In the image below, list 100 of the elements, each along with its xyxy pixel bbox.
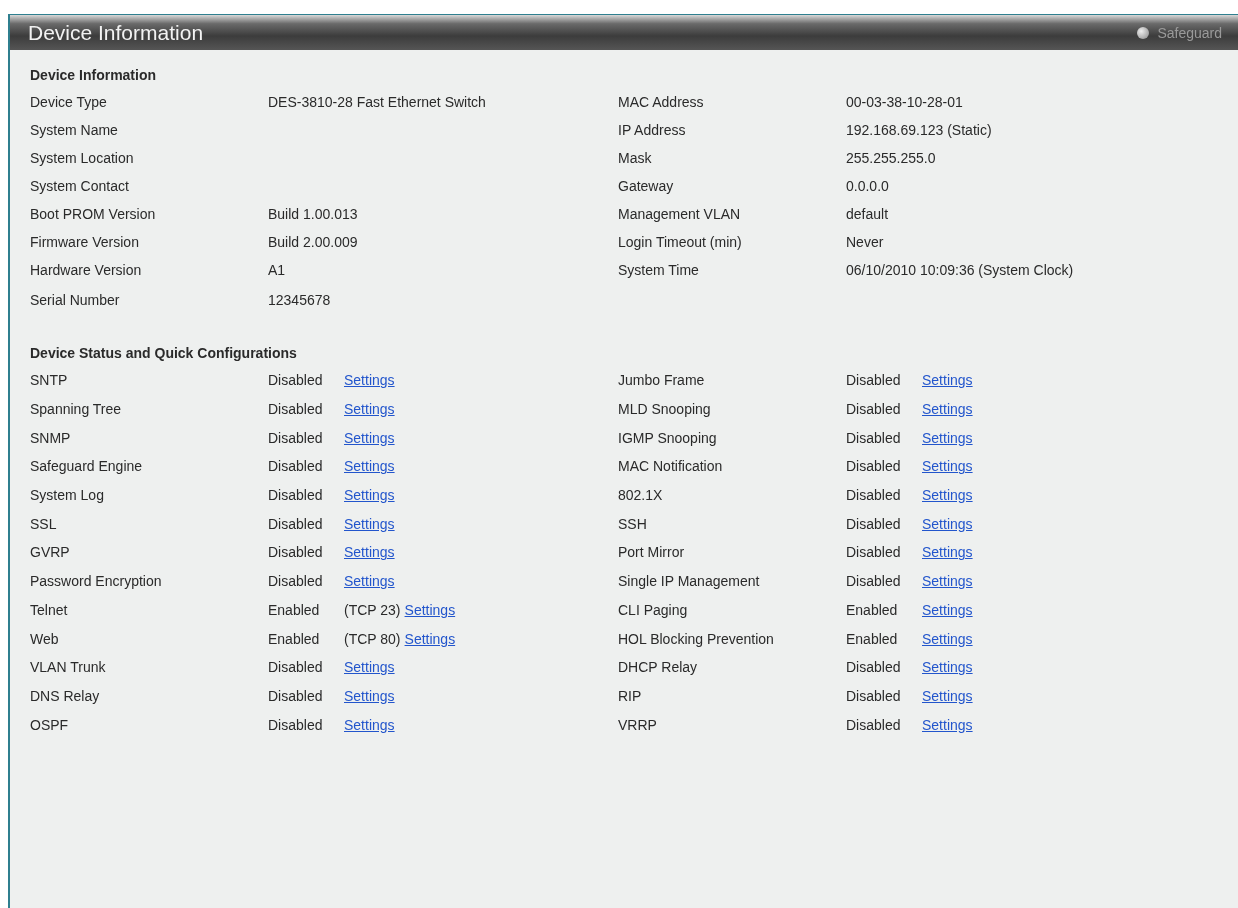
status-text: Disabled [846, 372, 902, 389]
field-label: SNMP [30, 429, 71, 446]
field-value: DES-3810-28 Fast Ethernet Switch [268, 94, 486, 110]
field-label: DNS Relay [30, 687, 100, 704]
settings-link[interactable]: Settings [922, 487, 973, 504]
status-text: Disabled [846, 687, 902, 704]
field-label: System Log [30, 487, 104, 504]
field-label: Telnet [30, 601, 68, 618]
status-text: Disabled [268, 515, 324, 532]
status-text: Disabled [846, 716, 902, 733]
settings-link[interactable]: Settings [922, 687, 973, 704]
settings-link[interactable]: Settings [344, 429, 395, 446]
status-text: Disabled [268, 573, 324, 590]
settings-link[interactable]: Settings [344, 544, 395, 561]
status-text: Enabled [268, 630, 321, 647]
settings-link[interactable]: Settings [344, 487, 395, 504]
settings-link[interactable]: Settings [344, 372, 395, 389]
field-label: IP Address [618, 122, 686, 138]
status-text: Enabled [268, 601, 321, 618]
field-label: Serial Number [30, 292, 120, 308]
settings-link[interactable]: Settings [922, 429, 973, 446]
status-text: Disabled [846, 573, 902, 590]
status-text: Disabled [846, 515, 902, 532]
settings-link[interactable]: Settings [344, 716, 395, 733]
field-label: DHCP Relay [618, 659, 698, 676]
field-label: GVRP [30, 544, 70, 561]
field-value: default [846, 206, 889, 222]
field-label: System Contact [30, 178, 129, 194]
settings-link[interactable]: Settings [922, 659, 973, 676]
status-text: Disabled [268, 401, 324, 418]
field-label: VLAN Trunk [30, 659, 106, 676]
status-text: Disabled [268, 372, 324, 389]
field-label: OSPF [30, 716, 69, 733]
settings-link[interactable]: Settings [344, 659, 395, 676]
status-text: Disabled [268, 687, 324, 704]
settings-link[interactable]: Settings [922, 573, 973, 590]
field-label: CLI Paging [618, 601, 688, 618]
field-label: RIP [618, 687, 642, 704]
status-text: Disabled [846, 544, 902, 561]
settings-link[interactable]: Settings [922, 716, 973, 733]
status-text: Disabled [846, 401, 902, 418]
field-label: Password Encryption [30, 573, 162, 590]
field-label: MAC Address [618, 94, 704, 110]
field-label: IGMP Snooping [618, 429, 717, 446]
settings-link[interactable]: Settings [344, 573, 395, 590]
settings-link[interactable]: Settings [344, 458, 395, 475]
settings-link[interactable]: Settings [922, 401, 973, 418]
settings-link[interactable]: Settings [344, 515, 395, 532]
status-text: Disabled [268, 458, 324, 475]
section-heading: Device Status and Quick Configurations [30, 344, 298, 363]
field-label: Gateway [618, 178, 674, 194]
field-label: Boot PROM Version [30, 206, 156, 222]
field-label: Safeguard Engine [30, 458, 143, 475]
field-label: Jumbo Frame [618, 372, 705, 389]
settings-link[interactable]: Settings [404, 630, 456, 647]
field-value: 12345678 [268, 292, 331, 308]
status-text: Disabled [268, 544, 324, 561]
status-text: Enabled [846, 630, 899, 647]
status-text: Enabled [846, 601, 899, 618]
window-title: Device Information [28, 20, 204, 45]
field-label: MAC Notification [618, 458, 723, 475]
field-label: SNTP [30, 372, 68, 389]
field-label: System Location [30, 150, 134, 166]
port-text: (TCP 80) [344, 630, 401, 647]
status-text: Disabled [846, 487, 902, 504]
field-value: 255.255.255.0 [846, 150, 936, 166]
field-label: Hardware Version [30, 262, 142, 278]
field-label: Single IP Management [618, 573, 760, 590]
field-label: Port Mirror [618, 544, 685, 561]
field-value: 192.168.69.123 (Static) [846, 122, 992, 138]
settings-link[interactable]: Settings [922, 630, 973, 647]
field-label: VRRP [618, 716, 657, 733]
settings-link[interactable]: Settings [922, 601, 973, 618]
field-value: Build 1.00.013 [268, 206, 358, 222]
safeguard-label: Safeguard [1157, 24, 1222, 41]
status-text: Disabled [268, 716, 324, 733]
field-label: Spanning Tree [30, 401, 122, 418]
status-text: Disabled [846, 659, 902, 676]
field-value: Build 2.00.009 [268, 234, 358, 250]
field-value: A1 [268, 262, 286, 278]
status-text: Disabled [268, 659, 324, 676]
settings-link[interactable]: Settings [344, 401, 395, 418]
field-label: MLD Snooping [618, 401, 711, 418]
settings-link[interactable]: Settings [344, 687, 395, 704]
field-label: HOL Blocking Prevention [618, 630, 774, 647]
field-label: SSH [618, 515, 647, 532]
field-value: 06/10/2010 10:09:36 (System Clock) [846, 262, 1074, 278]
settings-link[interactable]: Settings [922, 544, 973, 561]
section-heading: Device Information [30, 66, 158, 85]
status-indicator-icon [1137, 26, 1150, 39]
settings-link[interactable]: Settings [922, 372, 973, 389]
settings-link[interactable]: Settings [404, 601, 456, 618]
field-label: Device Type [30, 94, 107, 110]
settings-link[interactable]: Settings [922, 458, 973, 475]
port-text: (TCP 23) [344, 601, 401, 618]
field-value: 0.0.0.0 [846, 178, 889, 194]
status-text: Disabled [846, 429, 902, 446]
field-label: Management VLAN [618, 206, 741, 222]
field-value: 00-03-38-10-28-01 [846, 94, 963, 110]
settings-link[interactable]: Settings [922, 515, 973, 532]
